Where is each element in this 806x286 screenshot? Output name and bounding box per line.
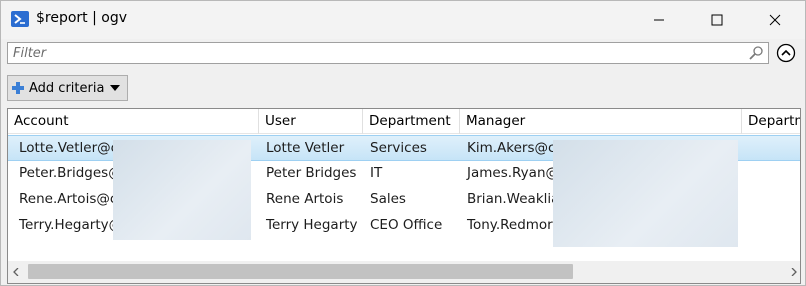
maximize-button[interactable]	[688, 1, 746, 39]
scrollbar-thumb[interactable]	[28, 264, 573, 279]
cell-manager: Tony.Redmor	[467, 217, 553, 233]
scroll-right-icon[interactable]	[790, 268, 798, 276]
cell-account: Terry.Hegarty@	[19, 217, 113, 233]
search-icon[interactable]	[747, 45, 765, 61]
cell-user: Lotte Vetler	[266, 140, 345, 156]
minimize-button[interactable]	[630, 1, 688, 39]
grid-header: Account User Department Manager Departm	[8, 109, 800, 134]
cell-department: IT	[370, 165, 383, 181]
ogv-window: $report | ogv Add criteria	[0, 0, 806, 286]
plus-icon	[12, 82, 24, 94]
title-bar[interactable]: $report | ogv	[1, 1, 805, 39]
cell-user: Rene Artois	[266, 191, 344, 207]
cell-account: Rene.Artois@c	[19, 191, 113, 207]
filter-box	[7, 42, 769, 64]
window-title: $report | ogv	[36, 10, 128, 26]
chevron-up-circle-icon[interactable]	[776, 43, 796, 63]
column-header-manager[interactable]: Manager	[460, 109, 742, 134]
scroll-left-icon[interactable]	[12, 268, 20, 276]
cell-department: CEO Office	[370, 217, 443, 233]
cell-department: Services	[370, 140, 427, 156]
column-header-user[interactable]: User	[259, 109, 363, 134]
add-criteria-label: Add criteria	[29, 80, 105, 96]
cell-department: Sales	[370, 191, 406, 207]
column-header-department[interactable]: Department	[363, 109, 460, 134]
redaction-blur	[113, 140, 251, 240]
filter-input[interactable]	[8, 43, 738, 63]
column-header-account[interactable]: Account	[8, 109, 259, 134]
close-icon	[769, 14, 781, 26]
cell-manager: Kim.Akers@c	[467, 140, 555, 156]
maximize-icon	[711, 14, 723, 26]
powershell-icon	[11, 11, 29, 27]
cell-account: Peter.Bridges@	[19, 165, 113, 181]
cell-manager: James.Ryan@	[467, 165, 555, 181]
triangle-down-icon	[110, 85, 121, 91]
results-grid[interactable]: Account User Department Manager Departm …	[7, 108, 801, 284]
close-button[interactable]	[746, 1, 804, 39]
cell-user: Terry Hegarty	[266, 217, 358, 233]
cell-user: Peter Bridges	[266, 165, 357, 181]
cell-account: Lotte.Vetler@c	[19, 140, 113, 156]
cell-manager: Brian.Weaklia	[467, 191, 555, 207]
horizontal-scrollbar[interactable]	[8, 261, 800, 283]
minimize-icon	[654, 19, 664, 21]
redaction-blur	[553, 140, 738, 247]
add-criteria-button[interactable]: Add criteria	[7, 75, 128, 101]
column-header-department-2[interactable]: Departm	[742, 109, 800, 134]
